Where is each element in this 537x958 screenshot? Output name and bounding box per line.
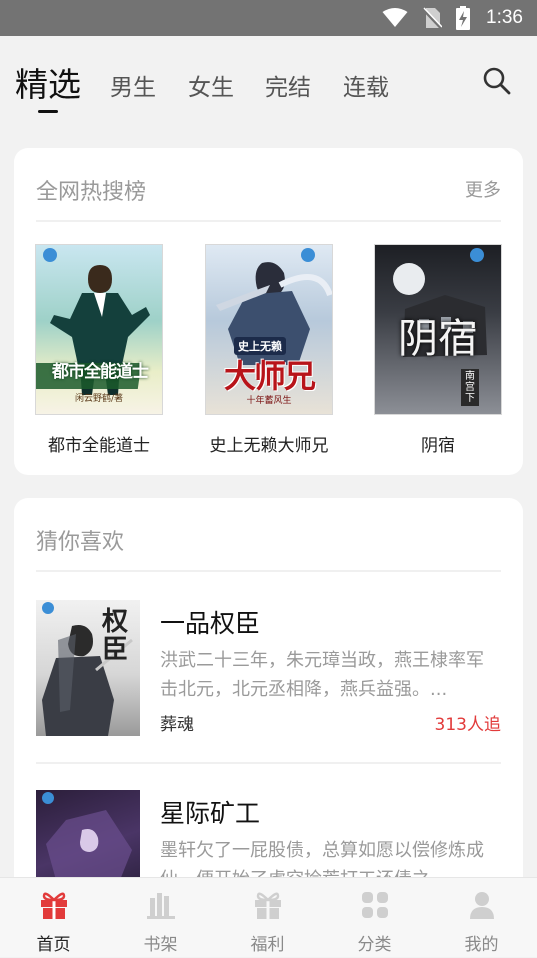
no-sim-icon — [422, 7, 443, 29]
nav-label: 福利 — [250, 935, 285, 955]
hot-book-2[interactable]: 史上无赖 大师兄 十年蓄风生 史上无赖大师兄 — [199, 244, 339, 456]
nav-bookshelf[interactable]: 书架 — [107, 878, 214, 958]
book-cover[interactable]: 史上无赖 大师兄 十年蓄风生 — [205, 244, 333, 415]
tab-female[interactable]: 女生 — [188, 68, 234, 102]
tab-indicator — [38, 110, 58, 113]
recommend-card: 猜你喜欢 权臣 一品权臣 洪武二十三年，朱元璋当政，燕王棣率军击北元，北元丞相降… — [14, 498, 523, 898]
status-bar: 1:36 — [0, 0, 537, 36]
tab-serial[interactable]: 连载 — [343, 68, 389, 102]
nav-label: 书架 — [143, 935, 178, 955]
bookshelf-icon — [147, 893, 175, 919]
cover-title: 权臣 — [101, 607, 128, 665]
divider — [36, 220, 501, 222]
nav-label: 分类 — [357, 935, 392, 955]
cover-author: 闲云野鹤/著 — [74, 394, 124, 404]
nav-category[interactable]: 分类 — [321, 878, 428, 958]
top-tab-bar: 精选 男生 女生 完结 连载 — [0, 36, 537, 130]
grid-icon — [362, 892, 388, 918]
hot-search-card: 全网热搜榜 更多 都市全能道士 闲云野鹤/著 都市全能道士 史上无赖 大师兄 十… — [14, 148, 523, 475]
book-title[interactable]: 一品权臣 — [160, 604, 260, 640]
nav-welfare[interactable]: 福利 — [214, 878, 321, 958]
cover-author: 十年蓄风生 — [246, 396, 292, 406]
battery-charging-icon — [456, 6, 471, 30]
list-item[interactable]: 权臣 一品权臣 洪武二十三年，朱元璋当政，燕王棣率军击北元，北元丞相降，燕兵益强… — [36, 600, 501, 736]
divider — [36, 570, 501, 572]
book-author: 葬魂 — [160, 715, 194, 735]
cover-title: 阴宿 — [398, 316, 478, 362]
bottom-nav: 首页 书架 福利 分类 我的 — [0, 877, 537, 957]
nav-profile[interactable]: 我的 — [428, 878, 535, 958]
hot-book-1[interactable]: 都市全能道士 闲云野鹤/著 都市全能道士 — [29, 244, 169, 456]
book-description: 洪武二十三年，朱元璋当政，燕王棣率军击北元，北元丞相降，燕兵益强。... — [160, 650, 484, 700]
book-cover[interactable]: 阴宿 南宫下 — [374, 244, 502, 415]
recommend-title: 猜你喜欢 — [36, 530, 125, 555]
tab-male[interactable]: 男生 — [110, 68, 156, 102]
book-name[interactable]: 史上无赖大师兄 — [199, 431, 339, 456]
book-name[interactable]: 都市全能道士 — [29, 431, 169, 456]
book-cover[interactable]: 权臣 — [36, 600, 140, 736]
book-name[interactable]: 阴宿 — [368, 431, 508, 456]
nav-label: 首页 — [36, 935, 71, 955]
gift-icon — [255, 892, 281, 919]
gift-icon — [41, 892, 67, 919]
hot-book-3[interactable]: 阴宿 南宫下 阴宿 — [368, 244, 508, 456]
wifi-icon — [382, 8, 408, 27]
divider — [36, 762, 501, 764]
search-icon[interactable] — [482, 66, 512, 96]
user-icon — [470, 892, 494, 919]
tab-completed[interactable]: 完结 — [265, 68, 311, 102]
clock: 1:36 — [486, 7, 523, 28]
cover-title: 大师兄 — [223, 357, 316, 395]
cover-author: 南宫下 — [461, 369, 479, 406]
book-title[interactable]: 星际矿工 — [160, 794, 260, 830]
tab-featured[interactable]: 精选 — [15, 58, 81, 106]
more-link[interactable]: 更多 — [465, 176, 501, 202]
follow-count: 313人追 — [434, 715, 501, 735]
nav-home[interactable]: 首页 — [0, 878, 107, 958]
nav-label: 我的 — [464, 935, 499, 955]
cover-title: 都市全能道士 — [52, 362, 149, 382]
book-cover[interactable]: 都市全能道士 闲云野鹤/著 — [35, 244, 163, 415]
hot-search-title: 全网热搜榜 — [36, 180, 147, 205]
